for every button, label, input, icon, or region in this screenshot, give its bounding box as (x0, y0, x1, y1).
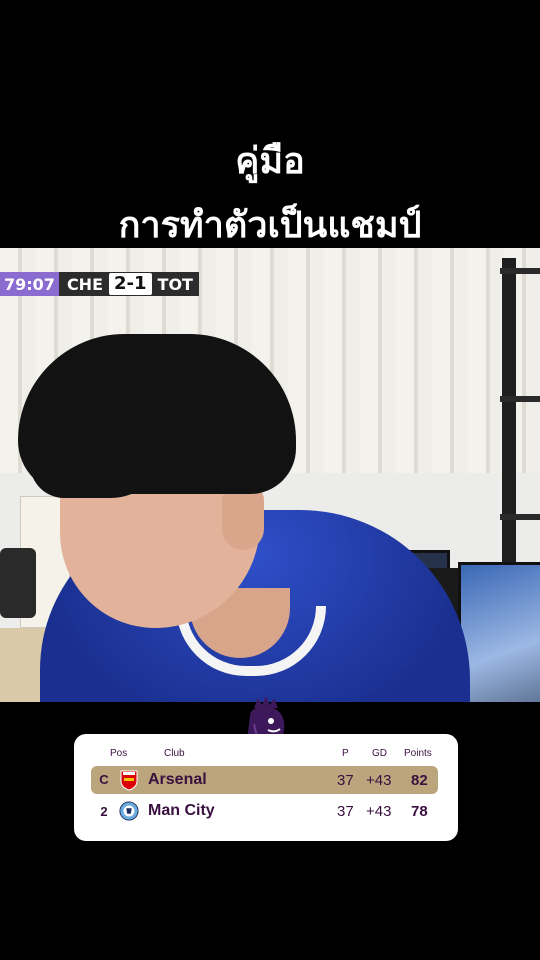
col-header-pos: Pos (110, 748, 128, 759)
points: 82 (411, 772, 428, 789)
monitor (458, 562, 540, 702)
man-city-crest-icon (119, 801, 139, 821)
headline-line-2: การทำตัวเป็นแชมป์ (118, 205, 422, 246)
score-teams: CHE 2-1 TOT (58, 272, 199, 296)
headline-line-1: คู่มือ (235, 141, 305, 182)
speaker (0, 548, 36, 618)
col-header-club: Club (164, 748, 185, 759)
home-team: CHE (66, 274, 103, 294)
shelf-board (500, 396, 540, 402)
played: 37 (337, 772, 354, 789)
club-name: Man City (148, 802, 215, 819)
col-header-gd: GD (372, 748, 387, 759)
match-score: 2-1 (109, 273, 152, 295)
played: 37 (337, 803, 354, 820)
score-bug: 79:07 CHE 2-1 TOT (0, 272, 199, 296)
video-frame[interactable] (0, 248, 540, 702)
col-header-played: P (342, 748, 349, 759)
shelf-board (500, 514, 540, 520)
club-name: Arsenal (148, 771, 207, 788)
league-table: Pos Club P GD Points C Arsenal 37 +43 82… (74, 734, 458, 841)
match-clock: 79:07 (0, 272, 59, 296)
row-position: C (99, 772, 109, 787)
goal-difference: +43 (366, 772, 392, 789)
away-team: TOT (157, 274, 193, 294)
col-header-points: Points (404, 748, 432, 759)
row-position: 2 (100, 804, 108, 819)
points: 78 (411, 803, 428, 820)
arsenal-crest-icon (120, 770, 138, 791)
goal-difference: +43 (366, 803, 392, 820)
shelf-board (500, 268, 540, 274)
